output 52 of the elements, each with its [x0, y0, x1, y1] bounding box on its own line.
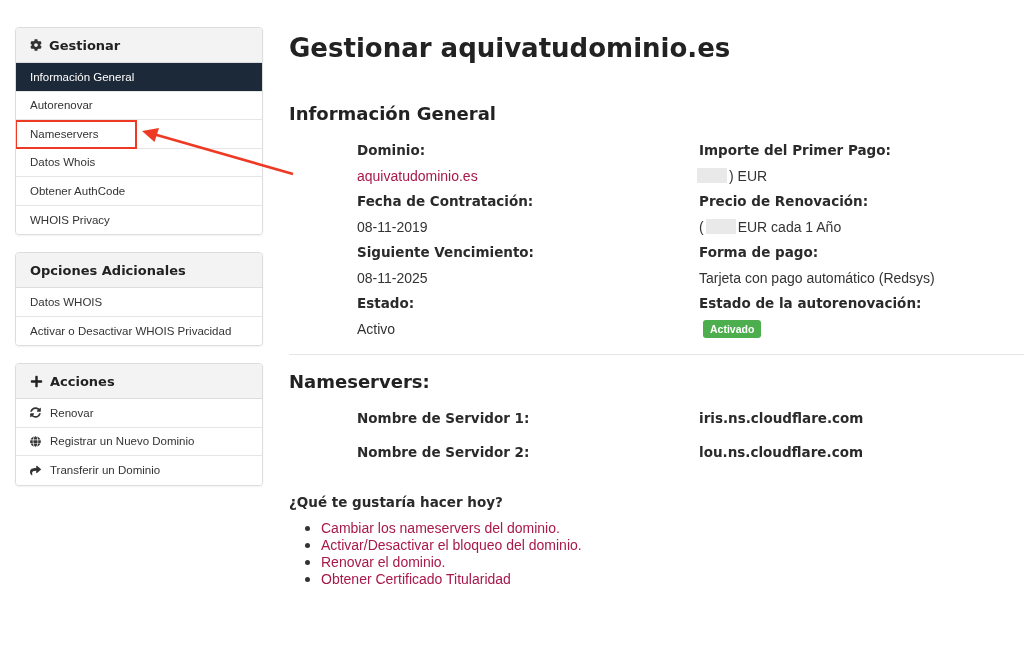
action-link[interactable]: Activar/Desactivar el bloqueo del dominio. — [321, 536, 582, 554]
field-label: Importe del Primer Pago: — [699, 140, 892, 160]
field-label: Precio de Renovación: — [699, 191, 870, 211]
section-heading: Nameservers: — [289, 370, 431, 394]
sidebar-item[interactable]: WHOIS Privacy — [16, 205, 262, 234]
bullet-icon — [305, 525, 310, 531]
actions-heading: ¿Qué te gustaría hacer hoy? — [289, 493, 504, 512]
refresh-icon — [30, 407, 41, 419]
bullet-icon — [305, 560, 310, 566]
field-label: Fecha de Contratación: — [357, 191, 535, 211]
sidebar-item[interactable]: Nameservers — [16, 120, 262, 149]
globe-icon — [30, 435, 41, 447]
forward-arrow-icon — [30, 464, 41, 476]
section-heading: Información General — [289, 102, 497, 126]
status-badge: Activado — [703, 319, 762, 338]
field-label: Dominio: — [357, 140, 427, 160]
sidebar-item[interactable]: Registrar un Nuevo Dominio — [16, 427, 262, 456]
panel-title: Gestionar — [49, 37, 121, 53]
sidebar-item[interactable]: Renovar — [16, 399, 262, 428]
action-link[interactable]: Renovar el dominio. — [321, 554, 446, 572]
sidebar-item[interactable]: Información General — [16, 63, 262, 92]
plus-icon — [30, 374, 43, 388]
field-value: ) EUR — [729, 166, 768, 185]
nameserver-value: iris.ns.cloudflare.com — [699, 409, 865, 428]
field-value: 08-11-2025 — [357, 268, 428, 287]
sidebar-item[interactable]: Activar o Desactivar WHOIS Privacidad — [16, 316, 262, 345]
field-value: EUR cada 1 Año — [737, 217, 842, 236]
bullet-icon — [305, 542, 310, 548]
sidebar-item[interactable]: Autorenovar — [16, 91, 262, 120]
field-value: Activo — [357, 319, 396, 338]
field-label: Estado de la autorenovación: — [699, 293, 923, 313]
field-value: ( — [699, 217, 704, 236]
domain-link[interactable]: aquivatudominio.es — [357, 166, 478, 185]
gear-icon — [30, 39, 42, 51]
field-value: Tarjeta con pago automático (Redsys) — [699, 268, 935, 287]
panel-title: Acciones — [50, 373, 115, 389]
nameserver-value: lou.ns.cloudflare.com — [699, 443, 864, 462]
nameserver-label: Nombre de Servidor 2: — [357, 443, 531, 462]
sidebar-item[interactable]: Datos WHOIS — [16, 288, 262, 317]
field-label: Forma de pago: — [699, 242, 820, 262]
sidebar-item[interactable]: Transferir un Dominio — [16, 456, 262, 485]
field-label: Siguiente Vencimiento: — [357, 242, 536, 262]
sidebar-item[interactable]: Datos Whois — [16, 148, 262, 177]
nameserver-label: Nombre de Servidor 1: — [357, 409, 531, 428]
field-value: 08-11-2019 — [357, 217, 428, 236]
page-title: Gestionar aquivatudominio.es — [289, 32, 732, 65]
bullet-icon — [305, 577, 310, 583]
sidebar-item[interactable]: Obtener AuthCode — [16, 177, 262, 206]
panel-title: Opciones Adicionales — [30, 262, 186, 278]
action-link[interactable]: Cambiar los nameservers del dominio. — [321, 519, 560, 537]
action-link[interactable]: Obtener Certificado Titularidad — [321, 571, 511, 589]
field-label: Estado: — [357, 293, 416, 313]
